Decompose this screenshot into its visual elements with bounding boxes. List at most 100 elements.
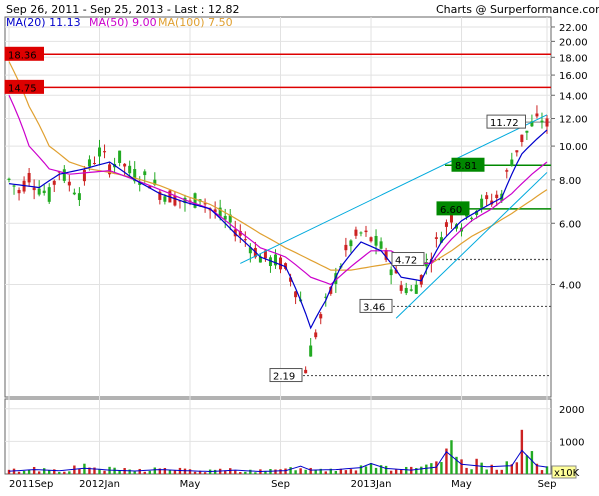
- chart-canvas: Sep 26, 2011 - Sep 25, 2013 - Last : 12.…: [0, 0, 599, 496]
- legend-ma50: MA(50) 9.00: [89, 16, 157, 29]
- candle-body: [414, 284, 418, 294]
- volume-bar: [113, 467, 116, 474]
- level-label: 18.36: [8, 50, 37, 61]
- candle-body: [77, 193, 81, 201]
- volume-bar: [98, 469, 101, 474]
- candle-body: [143, 171, 147, 176]
- volume-bar: [68, 471, 71, 474]
- level-label: 11.72: [490, 118, 519, 129]
- volume-bar: [324, 471, 327, 474]
- volume-bar: [530, 451, 534, 474]
- volume-bar: [475, 458, 478, 474]
- volume-bar: [63, 471, 66, 474]
- volume-bar: [374, 467, 378, 474]
- volume-bar: [203, 472, 207, 474]
- candle-body: [379, 241, 383, 249]
- volume-bar: [229, 468, 232, 474]
- candle-body: [389, 269, 393, 276]
- volume-bar: [384, 465, 388, 474]
- volume-bar: [349, 469, 353, 474]
- volume-bar: [32, 466, 36, 474]
- candle-body: [98, 147, 102, 157]
- y-tick-label: 4.00: [559, 281, 581, 292]
- level-label: 4.72: [395, 256, 417, 267]
- candle-body: [92, 163, 96, 165]
- volume-bar: [118, 470, 121, 474]
- candle-body: [545, 118, 549, 127]
- candle-body: [485, 195, 489, 200]
- candle-body: [399, 285, 403, 291]
- candle-body: [128, 165, 132, 174]
- candle-body: [354, 229, 358, 236]
- stock-chart: Sep 26, 2011 - Sep 25, 2013 - Last : 12.…: [0, 0, 599, 496]
- volume-bar: [244, 471, 247, 474]
- candle-body: [72, 192, 76, 195]
- y-tick-label: 14.00: [559, 91, 588, 102]
- volume-bar: [173, 470, 177, 474]
- candle-body: [62, 169, 66, 181]
- volume-bar: [22, 470, 26, 474]
- volume-bar: [425, 464, 428, 474]
- y-tick-label: 6.00: [559, 219, 581, 230]
- candle-body: [47, 187, 51, 202]
- candle-body: [364, 230, 368, 233]
- candle-body: [374, 235, 378, 246]
- volume-bar: [525, 455, 529, 474]
- candle-body: [243, 239, 247, 241]
- volume-bar: [364, 466, 368, 474]
- volume-bar: [133, 471, 136, 474]
- volume-bar: [168, 470, 172, 474]
- volume-bar: [500, 469, 503, 474]
- candle-body: [525, 130, 529, 133]
- candle-body: [409, 289, 413, 291]
- volume-bar: [344, 470, 348, 474]
- volume-bar: [470, 469, 473, 474]
- candle-body: [535, 113, 539, 117]
- x-tick-label: Sep: [538, 479, 557, 490]
- volume-bar: [42, 468, 46, 474]
- legend-ma100: MA(100) 7.50: [158, 16, 233, 29]
- legend-ma20: MA(20) 11.13: [6, 16, 81, 29]
- candle-body: [118, 150, 122, 163]
- legend: MA(20) 11.13 MA(50) 9.00 MA(100) 7.50: [6, 16, 233, 29]
- candle-body: [495, 194, 499, 199]
- candle-body: [344, 244, 348, 251]
- volume-bar: [249, 469, 252, 474]
- candle-body: [304, 369, 308, 374]
- level-label: 6.60: [440, 205, 462, 216]
- volume-bar: [369, 463, 373, 474]
- candle-body: [103, 151, 107, 153]
- volume-bar: [188, 469, 192, 474]
- volume-bar: [505, 461, 508, 474]
- source-label: Charts @ Surperformance.com: [436, 3, 599, 16]
- volume-bar: [148, 470, 151, 474]
- candle-body: [309, 345, 313, 357]
- volume-bar: [284, 468, 287, 474]
- volume-bar: [128, 469, 131, 474]
- candle-body: [369, 237, 373, 242]
- volume-bar: [103, 470, 106, 474]
- volume-bar: [153, 467, 157, 474]
- volume-bar: [309, 467, 312, 474]
- x-tick-label: 2011Sep: [9, 479, 53, 490]
- volume-bar: [299, 468, 302, 474]
- candle-body: [87, 159, 91, 167]
- y-tick-label: 12.00: [559, 115, 588, 126]
- candle-body: [173, 195, 177, 206]
- volume-bar: [334, 470, 338, 474]
- level-label: 2.19: [273, 372, 295, 383]
- volume-bar: [314, 470, 317, 474]
- volume-bar: [440, 462, 443, 474]
- y-tick-label: 22.00: [559, 23, 588, 34]
- x-tick-label: May: [451, 479, 472, 490]
- candle-body: [37, 188, 41, 195]
- level-label: 8.81: [455, 161, 477, 172]
- volume-bar: [389, 470, 393, 474]
- volume-bar: [138, 468, 141, 474]
- volume-bar: [17, 471, 21, 474]
- candle-body: [444, 222, 448, 227]
- volume-bar: [394, 469, 398, 474]
- volume-bar: [254, 472, 257, 474]
- volume-bar: [485, 469, 488, 474]
- volume-bar: [304, 469, 307, 474]
